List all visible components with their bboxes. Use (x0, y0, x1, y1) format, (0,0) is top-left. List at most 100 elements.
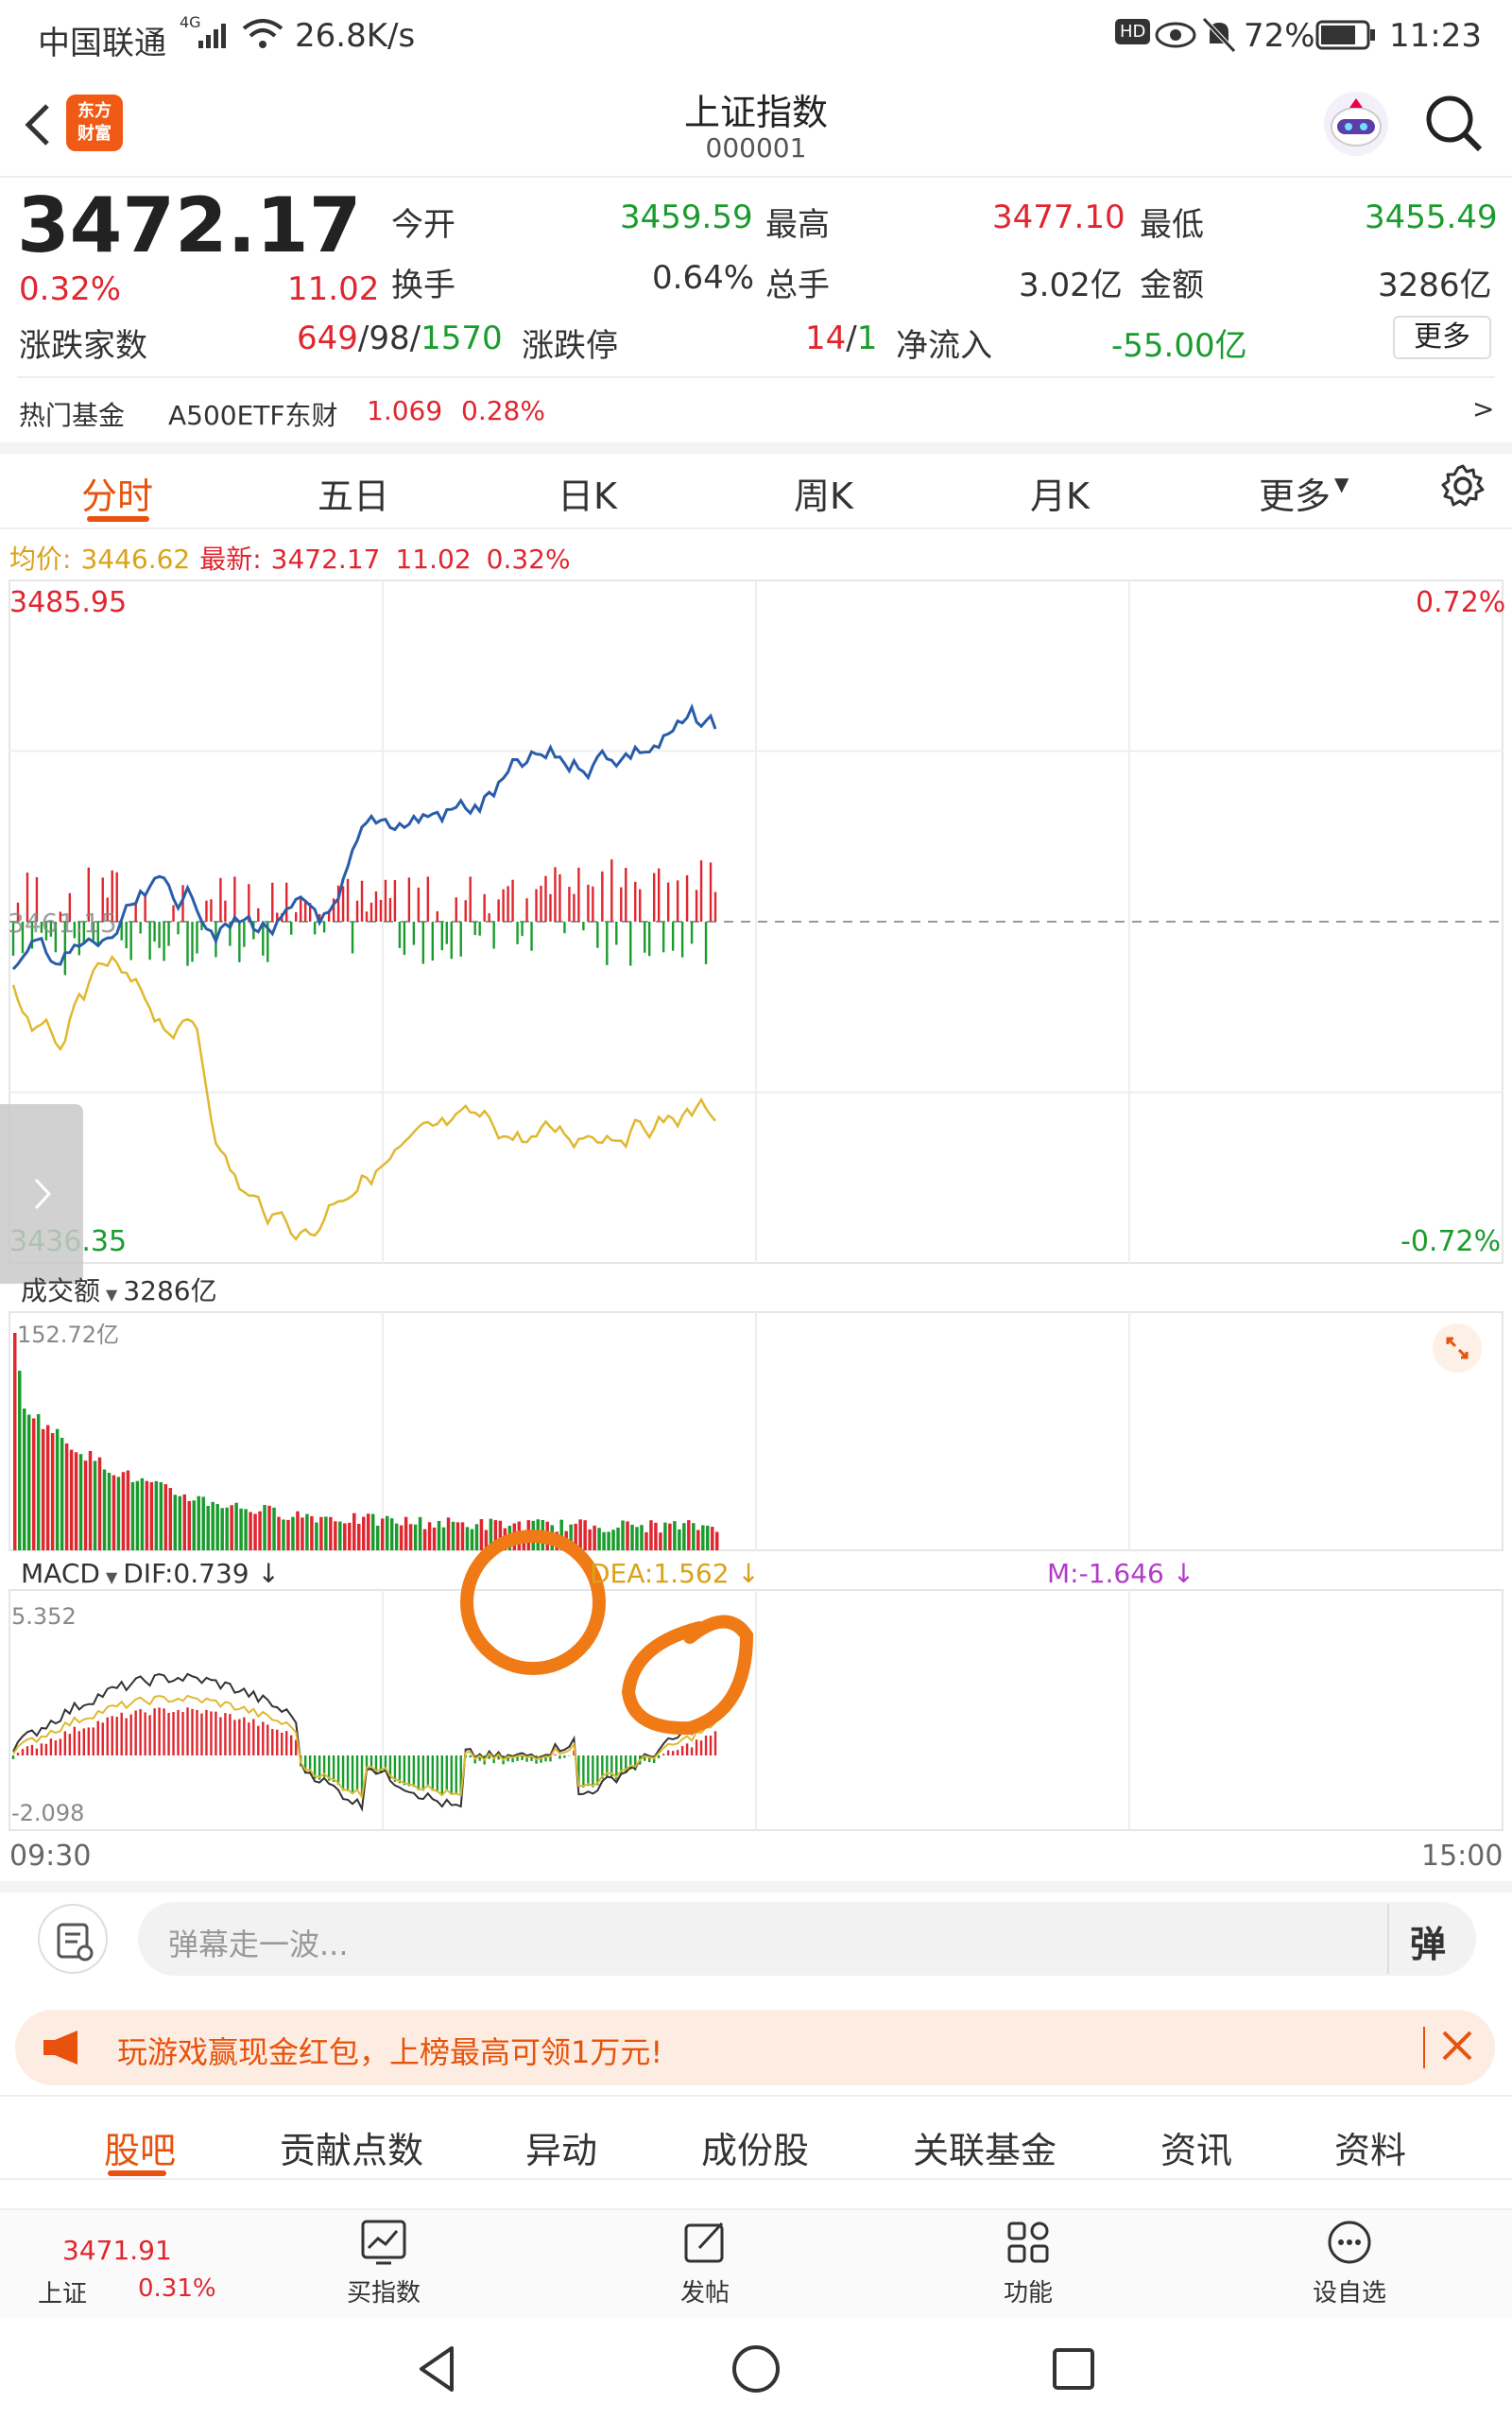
limit-down: 1 (856, 320, 878, 357)
tab-weekly-k[interactable]: 周K (794, 467, 853, 519)
time-axis-end: 15:00 (1421, 1840, 1503, 1873)
macd-dea-wrap: DEA:1.562 ↓ (590, 1558, 760, 1589)
tab-daily-k[interactable]: 日K (558, 467, 617, 519)
add-watchlist-button[interactable]: 设自选 (1293, 2218, 1406, 2308)
status-bar: 中国联通 4G 26.8K/s HD 72% 11:23 (0, 0, 1512, 76)
net-speed: 26.8K/s (295, 17, 416, 55)
tab-profile[interactable]: 资料 (1334, 2121, 1406, 2173)
expand-icon[interactable] (1433, 1323, 1482, 1373)
breadth-sep: / (409, 320, 421, 357)
search-icon[interactable] (1423, 93, 1486, 159)
eye-icon (1155, 19, 1196, 60)
danmu-toggle-button[interactable]: 弹 (1410, 1915, 1446, 1967)
more-button[interactable]: 更多 (1393, 316, 1491, 359)
limit-up: 14 (805, 320, 847, 357)
tab-guba[interactable]: 股吧 (104, 2121, 176, 2173)
function-button[interactable]: 功能 (971, 2218, 1085, 2308)
danmu-placeholder: 弹幕走一波... (168, 1927, 349, 1962)
add-watchlist-label: 设自选 (1312, 2279, 1386, 2308)
macd-selector[interactable]: MACD ▼ DIF:0.739 ↓ (21, 1558, 280, 1589)
turnover-label: 换手 (391, 267, 455, 304)
arrow-down-icon: ↓ (1163, 1558, 1195, 1589)
volume-max-label: 152.72亿 (17, 1322, 119, 1348)
chevron-right-icon (34, 1178, 52, 1210)
tab-news[interactable]: 资讯 (1160, 2121, 1232, 2173)
tab-constituents[interactable]: 成份股 (701, 2121, 809, 2173)
price-pct: 0.32% (19, 270, 122, 308)
limit-sep: / (846, 320, 857, 357)
side-panel-handle[interactable] (0, 1104, 83, 1284)
fund-label: 热门基金 (19, 400, 126, 431)
tab-monthly-k[interactable]: 月K (1030, 467, 1090, 519)
nav-back-icon[interactable] (410, 2341, 467, 2401)
buy-index-button[interactable]: 买指数 (327, 2218, 440, 2308)
tab-movement[interactable]: 异动 (525, 2121, 597, 2173)
price-change: 11.02 (287, 270, 380, 308)
promo-text: 玩游戏赢现金红包，上榜最高可领1万元! (117, 2034, 663, 2070)
macd-label: MACD (21, 1558, 100, 1589)
macd-dea: DEA:1.562 (590, 1558, 730, 1589)
grid-icon (1007, 2221, 1049, 2263)
tab-related-funds[interactable]: 关联基金 (913, 2121, 1057, 2173)
tab-5day[interactable]: 五日 (318, 467, 389, 519)
netflow-label: 净流入 (896, 327, 992, 365)
settings-gear-icon[interactable] (1440, 463, 1486, 517)
amount-label: 金额 (1140, 267, 1204, 304)
robot-assistant-icon[interactable] (1321, 89, 1391, 163)
breadth-flat: 98 (369, 320, 410, 357)
battery-pct: 72% (1244, 17, 1315, 55)
price-line (11, 703, 717, 971)
active-tab-indicator (108, 2170, 166, 2176)
intraday-info: 均价: 3446.62 最新: 3472.17 11.02 0.32% (9, 539, 571, 577)
macd-m: M:-1.646 (1047, 1558, 1164, 1589)
close-icon[interactable] (1436, 2025, 1478, 2070)
tab-intraday[interactable]: 分时 (81, 467, 153, 519)
intraday-chart[interactable] (0, 577, 1512, 1872)
post-button[interactable]: 发帖 (648, 2218, 762, 2308)
high-value: 3477.10 (992, 199, 1125, 236)
volume-label: 成交额 (21, 1275, 101, 1306)
tab-more[interactable]: 更多 (1259, 467, 1331, 519)
time-axis-start: 09:30 (9, 1840, 92, 1873)
promo-banner[interactable]: 玩游戏赢现金红包，上榜最高可领1万元! (15, 2010, 1495, 2085)
fund-name[interactable]: A500ETF东财 (168, 395, 338, 433)
signal-icon (197, 21, 234, 59)
pct-axis-top: 0.72% (1416, 586, 1506, 619)
volume-value: 3.02亿 (1019, 267, 1123, 304)
mini-index-name[interactable]: 上证 (38, 2274, 87, 2309)
mute-bell-icon (1202, 17, 1236, 61)
nav-recents-icon[interactable] (1045, 2341, 1102, 2401)
high-label: 最高 (765, 206, 830, 244)
fund-price: 1.069 (367, 395, 443, 426)
breadth-values: 649/98/1570 (297, 320, 503, 357)
fund-more-icon[interactable]: > (1472, 393, 1494, 424)
macd-dif: DIF:0.739 (123, 1558, 249, 1589)
volume-value: 3286亿 (123, 1275, 217, 1306)
megaphone-icon (36, 2029, 89, 2070)
avg-value: 3446.62 (80, 544, 191, 575)
more-dots-icon (1328, 2221, 1371, 2264)
volume-label: 总手 (765, 267, 830, 304)
netflow-value: -55.00亿 (1111, 327, 1247, 365)
mini-index-price[interactable]: 3471.91 (62, 2235, 172, 2266)
volume-selector[interactable]: 成交额 ▼ 3286亿 (21, 1270, 217, 1308)
danmu-list-button[interactable] (38, 1904, 108, 1974)
latest-change: 11.02 (395, 544, 472, 575)
macd-dif-line (12, 1672, 716, 1812)
low-value: 3455.49 (1365, 199, 1498, 236)
latest-pct: 0.32% (486, 544, 571, 575)
annotation-circle (621, 1615, 754, 1736)
price-axis-top: 3485.95 (9, 586, 128, 619)
nav-home-icon[interactable] (728, 2341, 784, 2401)
page-title: 上证指数 (683, 92, 828, 133)
buy-index-label: 买指数 (346, 2279, 421, 2308)
active-tab-indicator (87, 516, 149, 522)
latest-value: 3472.17 (270, 544, 381, 575)
macd-m-wrap: M:-1.646 ↓ (1047, 1558, 1194, 1589)
tab-contribution[interactable]: 贡献点数 (280, 2121, 423, 2173)
app-header: 东方 财富 上证指数 000001 (0, 76, 1512, 178)
danmu-input[interactable]: 弹幕走一波... 弹 (138, 1902, 1476, 1976)
arrow-down-icon: ↓ (729, 1558, 760, 1589)
open-value: 3459.59 (620, 199, 753, 236)
clock: 11:23 (1389, 17, 1482, 55)
